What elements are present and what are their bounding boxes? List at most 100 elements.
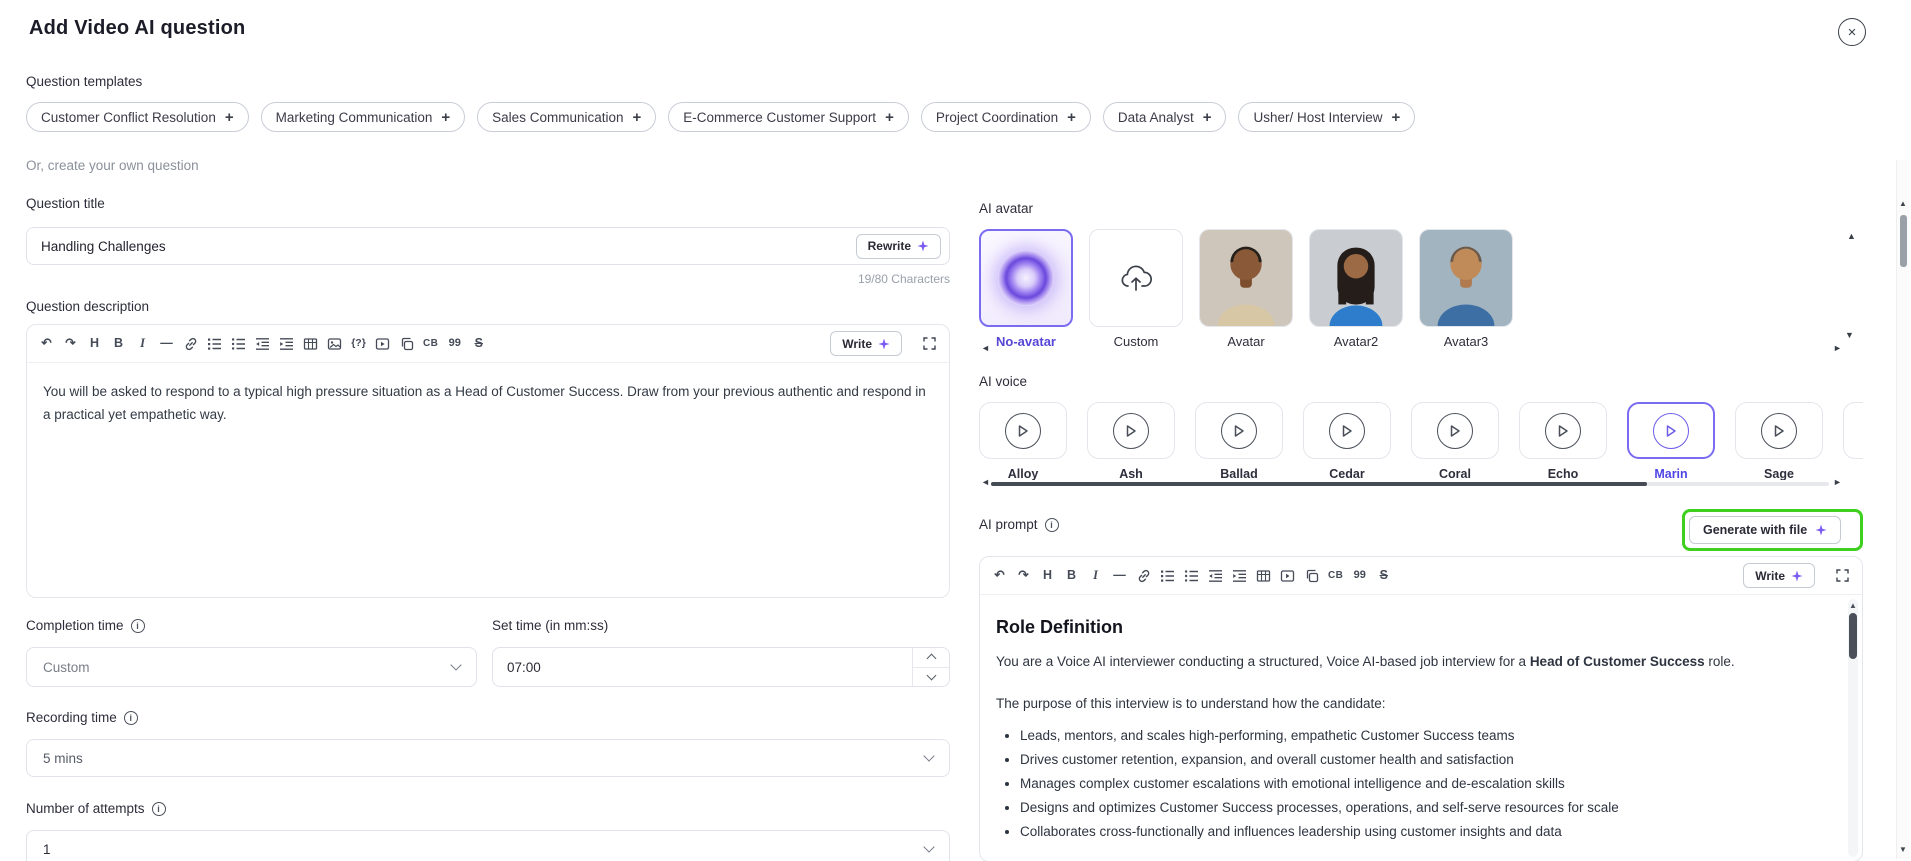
- undo-icon[interactable]: ↶: [39, 335, 54, 353]
- voice-option-sage[interactable]: Sage: [1735, 402, 1823, 480]
- play-icon[interactable]: [1437, 412, 1473, 449]
- voice-option-cedar[interactable]: Cedar: [1303, 402, 1391, 480]
- avatar-option-avatar[interactable]: Avatar: [1199, 229, 1293, 349]
- voice-scroll-right-icon[interactable]: ►: [1833, 478, 1842, 487]
- voice-option-partial[interactable]: [1843, 402, 1863, 480]
- voice-scrollbar-track[interactable]: [991, 482, 1829, 486]
- table-icon[interactable]: [1256, 567, 1271, 585]
- bullet-list-icon[interactable]: [1184, 567, 1199, 585]
- voice-option-alloy[interactable]: Alloy: [979, 402, 1067, 480]
- play-icon[interactable]: [1653, 412, 1689, 449]
- info-icon[interactable]: i: [130, 618, 145, 633]
- variable-icon[interactable]: {?}: [351, 335, 366, 353]
- voice-option-coral[interactable]: Coral: [1411, 402, 1499, 480]
- play-icon[interactable]: [1113, 412, 1149, 449]
- info-icon[interactable]: i: [151, 801, 166, 816]
- page-scroll-up-icon[interactable]: ▲: [1899, 200, 1907, 208]
- ai-prompt-content[interactable]: Role Definition You are a Voice AI inter…: [980, 595, 1862, 844]
- indent-icon[interactable]: [279, 335, 294, 353]
- expand-icon[interactable]: [922, 335, 937, 353]
- link-icon[interactable]: [1136, 567, 1151, 585]
- avatar-scroll-right-icon[interactable]: ►: [1833, 344, 1842, 353]
- play-icon[interactable]: [1329, 412, 1365, 449]
- prompt-scroll-up-icon[interactable]: ▲: [1849, 602, 1857, 610]
- video-block-icon[interactable]: [1280, 567, 1295, 585]
- table-icon[interactable]: [303, 335, 318, 353]
- template-pill[interactable]: Sales Communication +: [477, 102, 657, 132]
- horizontal-rule-icon[interactable]: —: [1112, 567, 1127, 585]
- video-block-icon[interactable]: [375, 335, 390, 353]
- play-icon[interactable]: [1761, 412, 1797, 449]
- template-pill[interactable]: Usher/ Host Interview +: [1238, 102, 1416, 132]
- expand-icon[interactable]: [1835, 567, 1850, 585]
- set-time-input[interactable]: [493, 659, 912, 675]
- completion-time-select[interactable]: Custom: [26, 647, 477, 687]
- code-block-icon[interactable]: CB: [423, 335, 438, 353]
- bold-icon[interactable]: B: [111, 335, 126, 353]
- italic-icon[interactable]: I: [1088, 567, 1103, 585]
- rewrite-button[interactable]: Rewrite: [855, 233, 941, 259]
- prompt-scrollbar-thumb[interactable]: [1849, 613, 1857, 659]
- redo-icon[interactable]: ↷: [63, 335, 78, 353]
- avatar-option-no-avatar[interactable]: No-avatar: [979, 229, 1073, 349]
- image-icon[interactable]: [327, 335, 342, 353]
- question-description-content[interactable]: You will be asked to respond to a typica…: [27, 363, 949, 443]
- avatar-option-avatar2[interactable]: Avatar2: [1309, 229, 1403, 349]
- avatar-scroll-left-icon[interactable]: ◄: [981, 344, 990, 353]
- stepper-up-button[interactable]: [913, 648, 949, 668]
- template-pill[interactable]: Data Analyst +: [1102, 102, 1227, 132]
- attempts-select[interactable]: 1: [26, 830, 950, 861]
- outdent-icon[interactable]: [1208, 567, 1223, 585]
- recording-time-select[interactable]: 5 mins: [26, 739, 950, 777]
- info-icon[interactable]: i: [1044, 517, 1059, 532]
- question-title-input[interactable]: [27, 238, 856, 254]
- italic-icon[interactable]: I: [135, 335, 150, 353]
- ordered-list-icon[interactable]: [207, 335, 222, 353]
- strikethrough-icon[interactable]: S: [471, 335, 486, 353]
- template-pill[interactable]: E-Commerce Customer Support +: [668, 102, 909, 132]
- voice-scrollbar-thumb[interactable]: [991, 482, 1647, 486]
- quote-icon[interactable]: 99: [447, 335, 462, 353]
- avatar-option-custom[interactable]: Custom: [1089, 229, 1183, 349]
- strikethrough-icon[interactable]: S: [1376, 567, 1391, 585]
- copy-icon[interactable]: [1304, 567, 1319, 585]
- stepper-down-button[interactable]: [913, 668, 949, 687]
- write-button[interactable]: Write: [830, 331, 902, 356]
- template-pill[interactable]: Marketing Communication +: [260, 102, 466, 132]
- voice-option-echo[interactable]: Echo: [1519, 402, 1607, 480]
- quote-icon[interactable]: 99: [1352, 567, 1367, 585]
- voice-option-ash[interactable]: Ash: [1087, 402, 1175, 480]
- voice-scroll-left-icon[interactable]: ◄: [981, 478, 990, 487]
- page-scrollbar[interactable]: ▲ ▼: [1896, 160, 1909, 859]
- link-icon[interactable]: [183, 335, 198, 353]
- code-block-icon[interactable]: CB: [1328, 567, 1343, 585]
- copy-icon[interactable]: [399, 335, 414, 353]
- page-scrollbar-thumb[interactable]: [1900, 215, 1907, 267]
- prompt-scrollbar[interactable]: ▲: [1848, 599, 1858, 857]
- redo-icon[interactable]: ↷: [1016, 567, 1031, 585]
- template-pill[interactable]: Project Coordination +: [920, 102, 1091, 132]
- close-button[interactable]: ×: [1838, 18, 1866, 46]
- avatar-scroll-up-icon[interactable]: ▲: [1847, 232, 1856, 241]
- generate-with-file-button[interactable]: Generate with file: [1689, 516, 1842, 544]
- voice-option-ballad[interactable]: Ballad: [1195, 402, 1283, 480]
- info-icon[interactable]: i: [123, 710, 138, 725]
- avatar-scroll-down-icon[interactable]: ▼: [1845, 331, 1854, 340]
- horizontal-rule-icon[interactable]: —: [159, 335, 174, 353]
- voice-option-marin[interactable]: Marin: [1627, 402, 1715, 480]
- outdent-icon[interactable]: [255, 335, 270, 353]
- template-pill[interactable]: Customer Conflict Resolution +: [26, 102, 249, 132]
- write-button[interactable]: Write: [1743, 563, 1815, 588]
- page-scroll-down-icon[interactable]: ▼: [1899, 846, 1907, 854]
- bold-icon[interactable]: B: [1064, 567, 1079, 585]
- play-icon[interactable]: [1545, 412, 1581, 449]
- indent-icon[interactable]: [1232, 567, 1247, 585]
- undo-icon[interactable]: ↶: [992, 567, 1007, 585]
- avatar-option-avatar3[interactable]: Avatar3: [1419, 229, 1513, 349]
- play-icon[interactable]: [1221, 412, 1257, 449]
- ordered-list-icon[interactable]: [1160, 567, 1175, 585]
- bullet-list-icon[interactable]: [231, 335, 246, 353]
- heading-icon[interactable]: H: [87, 335, 102, 353]
- play-icon[interactable]: [1005, 412, 1041, 449]
- heading-icon[interactable]: H: [1040, 567, 1055, 585]
